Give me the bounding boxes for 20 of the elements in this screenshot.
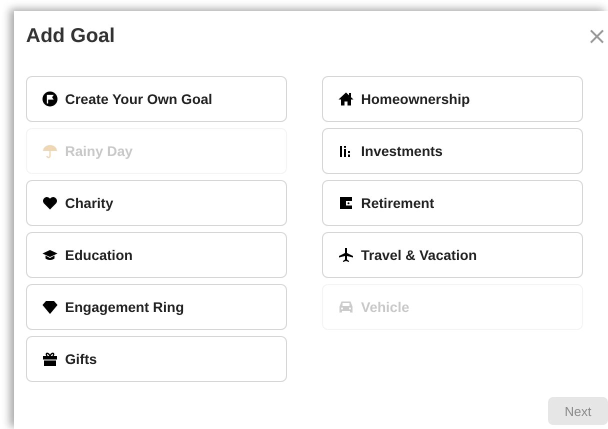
heart-icon — [42, 195, 58, 211]
goal-option[interactable]: Engagement Ring — [26, 284, 287, 330]
goal-option[interactable]: Homeownership — [322, 76, 583, 122]
goal-option[interactable]: Investments — [322, 128, 583, 174]
goal-option[interactable]: Charity — [26, 180, 287, 226]
goal-option[interactable]: Travel & Vacation — [322, 232, 583, 278]
airplane-icon — [338, 247, 354, 263]
goal-option[interactable]: Gifts — [26, 336, 287, 382]
umbrella-icon — [42, 143, 58, 159]
car-icon — [338, 299, 354, 315]
graduation-cap-icon — [42, 247, 58, 263]
goal-option[interactable]: Create Your Own Goal — [26, 76, 287, 122]
gift-icon — [42, 351, 58, 367]
goal-option[interactable]: Education — [26, 232, 287, 278]
dialog-title: Add Goal — [26, 24, 115, 48]
diamond-icon — [42, 299, 58, 315]
flag-icon — [42, 91, 58, 107]
wallet-icon — [338, 195, 354, 211]
house-icon — [338, 91, 354, 107]
goal-option[interactable]: Retirement — [322, 180, 583, 226]
